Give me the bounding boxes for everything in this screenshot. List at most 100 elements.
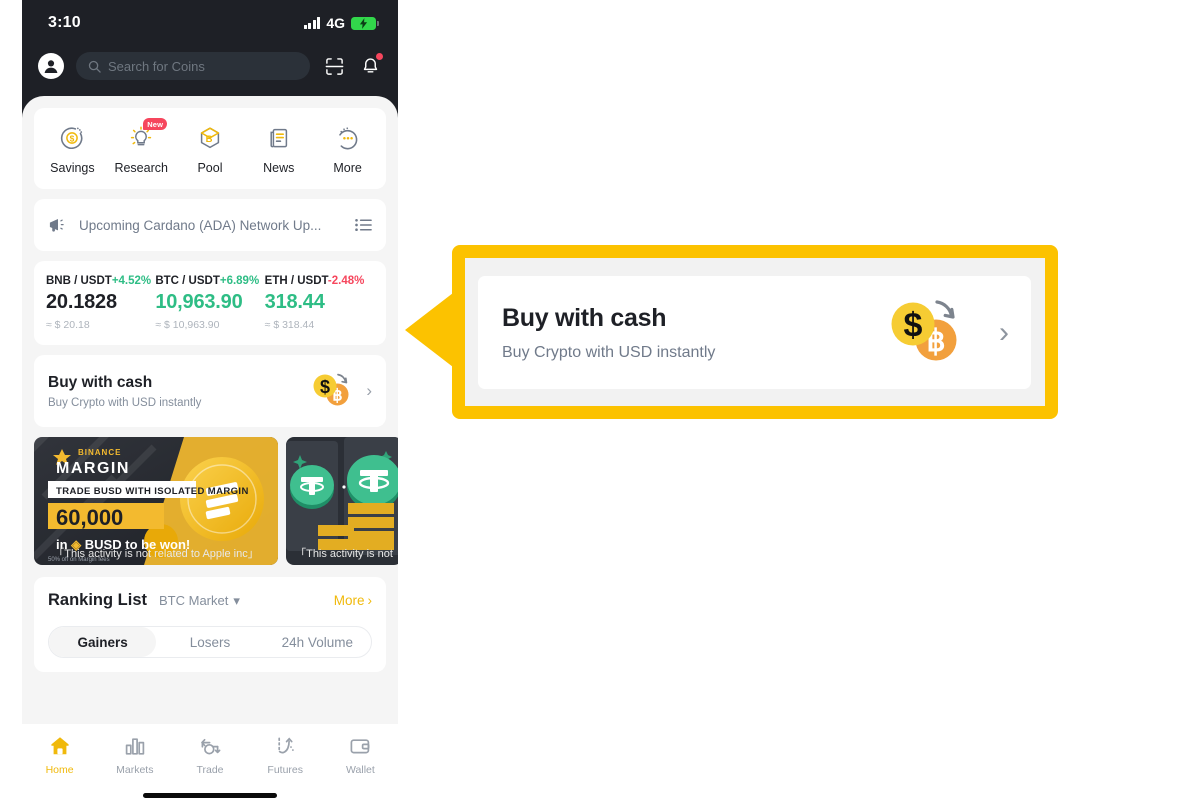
callout-subtitle: Buy Crypto with USD instantly: [502, 343, 716, 361]
signal-icon: [303, 17, 321, 29]
ticker-row: BNB / USDT+4.52% 20.1828 ≈ $ 20.18 BTC /…: [34, 261, 386, 345]
home-icon: [50, 737, 69, 755]
banner-disclaimer: 「This activity is not: [295, 548, 393, 560]
svg-text:BINANCE: BINANCE: [78, 448, 121, 457]
dollar-bitcoin-swap-icon: ฿ $: [875, 293, 971, 373]
markets-bars-icon: [125, 738, 145, 755]
trade-swap-icon: [201, 738, 221, 755]
ticker-change: +4.52%: [111, 275, 152, 287]
tab-gainers[interactable]: Gainers: [49, 627, 157, 657]
ranking-title: Ranking List: [48, 591, 148, 609]
avatar[interactable]: [38, 53, 64, 79]
tab-label: Home: [45, 764, 74, 776]
bottom-tab-bar: Home Markets Trade Futures Wallet: [22, 724, 398, 810]
charging-bolt-icon: [359, 17, 368, 29]
svg-text:MARGIN: MARGIN: [56, 460, 130, 477]
quick-action-label: News: [263, 161, 295, 175]
ticker-approx: ≈ $ 10,963.90: [155, 319, 220, 331]
svg-text:TRADE BUSD WITH ISOLATED MARGI: TRADE BUSD WITH ISOLATED MARGIN: [56, 486, 249, 497]
ticker-approx: ≈ $ 20.18: [46, 319, 90, 331]
quick-actions: $ Savings New Research B Pool News More: [34, 108, 386, 189]
quick-action-savings[interactable]: $ Savings: [38, 124, 107, 175]
network-label: 4G: [326, 15, 345, 31]
buy-with-cash-subtitle: Buy Crypto with USD instantly: [48, 396, 202, 409]
status-bar: 3:10 4G: [22, 0, 398, 46]
chevron-right-icon: ›: [366, 381, 372, 400]
phone-screen: 3:10 4G Search for Coins $ Savings New R…: [22, 0, 398, 810]
tab-losers[interactable]: Losers: [156, 627, 263, 657]
ranking-tabs: Gainers Losers 24h Volume: [48, 626, 372, 658]
quick-action-pool[interactable]: B Pool: [176, 124, 245, 175]
status-time: 3:10: [48, 14, 81, 31]
scan-icon[interactable]: [322, 54, 346, 78]
quick-action-label: Savings: [50, 161, 95, 175]
ranking-header: Ranking List BTC Market ▾ More ›: [48, 591, 372, 610]
phone-mockup: 3:10 4G Search for Coins $ Savings New R…: [22, 0, 398, 810]
ranking-more-label: More: [333, 593, 365, 608]
tab-label: Trade: [196, 764, 224, 776]
quick-action-news[interactable]: News: [244, 124, 313, 175]
battery-icon: [351, 16, 379, 30]
ranking-more-link[interactable]: More ›: [334, 593, 372, 608]
ticker-change: -2.48%: [327, 275, 365, 287]
tab-label: Futures: [267, 764, 304, 776]
tab-home[interactable]: Home: [22, 734, 97, 776]
ticker-header: ETH / USDT-2.48%: [265, 275, 374, 287]
tab-label: Wallet: [346, 764, 375, 776]
tab-futures[interactable]: Futures: [248, 734, 323, 776]
tab-trade[interactable]: Trade: [172, 734, 247, 776]
tab-wallet[interactable]: Wallet: [323, 734, 398, 776]
futures-arrow-icon: [278, 737, 294, 754]
buy-with-cash-card[interactable]: Buy with cash Buy Crypto with USD instan…: [34, 355, 386, 427]
ticker-btc[interactable]: BTC / USDT+6.89% 10,963.90 ≈ $ 10,963.90: [155, 275, 264, 331]
ticker-approx: ≈ $ 318.44: [264, 319, 315, 331]
callout-title: Buy with cash: [502, 303, 667, 332]
ticker-eth[interactable]: ETH / USDT-2.48% 318.44 ≈ $ 318.44: [265, 275, 374, 331]
market-selector-label: BTC Market: [159, 593, 229, 608]
megaphone-icon: [49, 219, 64, 232]
chevron-right-icon: ›: [999, 315, 1009, 349]
svg-text:60,000: 60,000: [56, 505, 123, 530]
ticker-bnb[interactable]: BNB / USDT+4.52% 20.1828 ≈ $ 20.18: [46, 275, 155, 331]
status-indicators: 4G: [303, 15, 379, 31]
quick-action-more[interactable]: More: [313, 124, 382, 175]
dollar-bitcoin-swap-icon: ฿ $: [304, 369, 354, 413]
promo-banners: BINANCE MARGIN TRADE BUSD WITH ISOLATED …: [22, 437, 398, 565]
search-placeholder: Search for Coins: [108, 58, 205, 74]
quick-action-label: Pool: [197, 161, 223, 175]
user-icon: [44, 60, 58, 73]
callout-buy-with-cash-card[interactable]: Buy with cash Buy Crypto with USD instan…: [478, 276, 1031, 389]
ticker-pair: ETH / USDT: [264, 275, 328, 287]
announcement-text: Upcoming Cardano (ADA) Network Up...: [79, 217, 322, 233]
tab-markets[interactable]: Markets: [97, 734, 172, 776]
list-icon[interactable]: [355, 218, 372, 232]
home-content: $ Savings New Research B Pool News More …: [22, 96, 398, 810]
svg-text:$: $: [904, 306, 923, 344]
ticker-header: BNB / USDT+4.52%: [46, 275, 155, 287]
banner-disclaimer: 「This activity is not related to Apple i…: [53, 548, 259, 560]
callout-text: Buy with cash Buy Crypto with USD instan…: [502, 304, 875, 362]
ticker-header: BTC / USDT+6.89%: [155, 275, 264, 287]
tab-24h-volume[interactable]: 24h Volume: [264, 627, 371, 657]
quick-action-research[interactable]: New Research: [107, 118, 176, 175]
screenshot-root: 3:10 4G Search for Coins $ Savings New R…: [0, 0, 1198, 810]
chevron-down-icon: ▾: [233, 592, 240, 608]
callout-pointer-arrow: [405, 293, 453, 367]
search-icon: [88, 60, 101, 73]
home-indicator: [143, 793, 277, 798]
ticker-price: 318.44: [264, 291, 325, 313]
bell-icon[interactable]: [358, 53, 383, 78]
quick-action-label: More: [333, 161, 362, 175]
wallet-icon: [350, 739, 370, 754]
promo-banner-margin[interactable]: BINANCE MARGIN TRADE BUSD WITH ISOLATED …: [34, 437, 278, 565]
top-nav: Search for Coins: [22, 44, 398, 88]
svg-text:$: $: [320, 377, 330, 397]
ticker-change: +6.89%: [219, 275, 260, 287]
market-selector[interactable]: BTC Market ▾: [159, 593, 240, 609]
promo-banner-tether[interactable]: 「This activity is not: [286, 437, 398, 565]
ticker-price: 10,963.90: [155, 291, 243, 313]
announcement-bar[interactable]: Upcoming Cardano (ADA) Network Up...: [34, 199, 386, 251]
savings-dollar-circle-icon: $: [61, 127, 83, 150]
buy-with-cash-text: Buy with cash Buy Crypto with USD instan…: [48, 374, 304, 409]
search-input[interactable]: Search for Coins: [76, 52, 310, 80]
